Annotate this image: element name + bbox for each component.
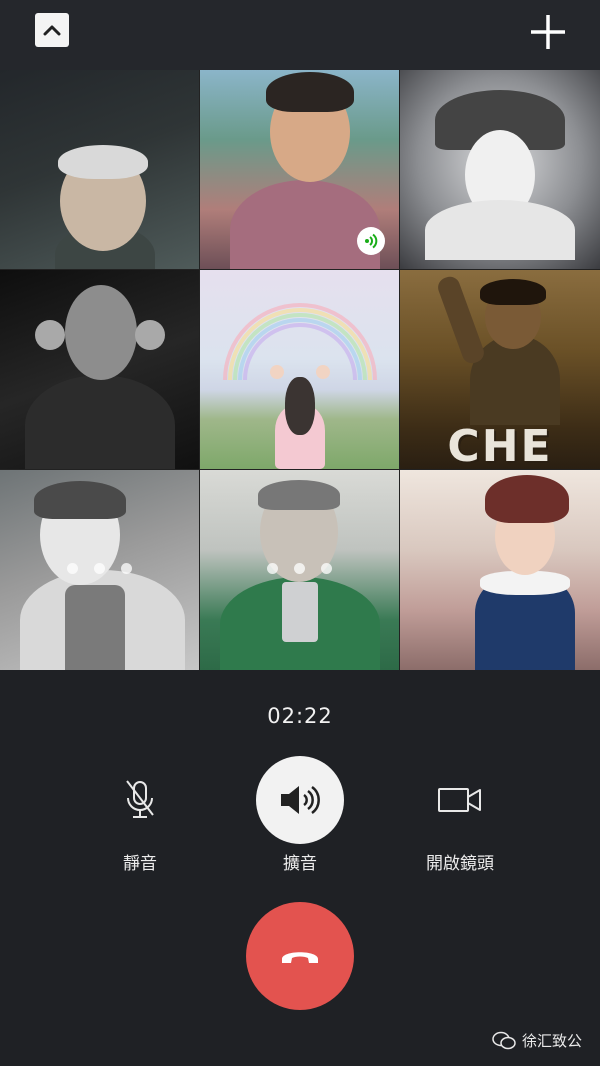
voice-activity-icon: [365, 233, 378, 249]
speaker-icon: [281, 785, 320, 815]
watermark: 徐汇致公: [492, 1030, 582, 1051]
mute-label: 靜音: [123, 854, 157, 874]
call-timer: 02:22: [267, 704, 333, 728]
camera-button[interactable]: 開啟鏡頭: [400, 756, 520, 876]
mute-circle: [96, 756, 184, 844]
speaking-indicator: [357, 227, 385, 255]
participant-video-tile[interactable]: [400, 470, 600, 670]
participant-video-tile[interactable]: [200, 270, 399, 469]
add-participant-button[interactable]: [528, 12, 568, 52]
participant-photo: [270, 365, 330, 469]
speaker-button[interactable]: 擴音: [240, 756, 360, 876]
participant-video-tile[interactable]: [0, 270, 199, 469]
participant-photo: [425, 90, 575, 260]
top-bar: [0, 0, 600, 70]
microphone-off-icon: [126, 780, 154, 818]
poster-text: CHE: [447, 421, 553, 469]
camera-label: 開啟鏡頭: [426, 854, 494, 874]
participant-photo: [470, 475, 580, 670]
participant-video-tile[interactable]: [400, 70, 600, 269]
watermark-text: 徐汇致公: [521, 1032, 582, 1050]
video-camera-icon: [438, 788, 481, 812]
participant-photo: [435, 273, 570, 425]
phone-hang-up-icon: [282, 952, 318, 963]
connecting-indicator: [200, 563, 399, 577]
participant-video-tile[interactable]: [200, 470, 399, 670]
participant-photo: [20, 481, 185, 670]
speaker-circle: [256, 756, 344, 844]
mute-button[interactable]: 靜音: [80, 756, 200, 876]
participant-video-tile[interactable]: CHE: [400, 270, 600, 469]
hang-up-button[interactable]: [246, 902, 354, 1010]
chevron-up-icon: [43, 25, 61, 36]
connecting-indicator: [0, 563, 199, 577]
participant-photo: [25, 280, 175, 469]
participant-video-tile[interactable]: [0, 470, 199, 670]
participant-grid: CHE: [0, 70, 600, 670]
camera-circle: [416, 756, 504, 844]
participant-video-tile[interactable]: [200, 70, 399, 269]
participant-photo: [50, 145, 160, 269]
plus-icon: [531, 15, 565, 49]
speaker-label: 擴音: [283, 854, 317, 874]
wechat-icon: [492, 1031, 516, 1049]
participant-video-tile[interactable]: [0, 70, 199, 269]
collapse-button[interactable]: [35, 13, 69, 47]
